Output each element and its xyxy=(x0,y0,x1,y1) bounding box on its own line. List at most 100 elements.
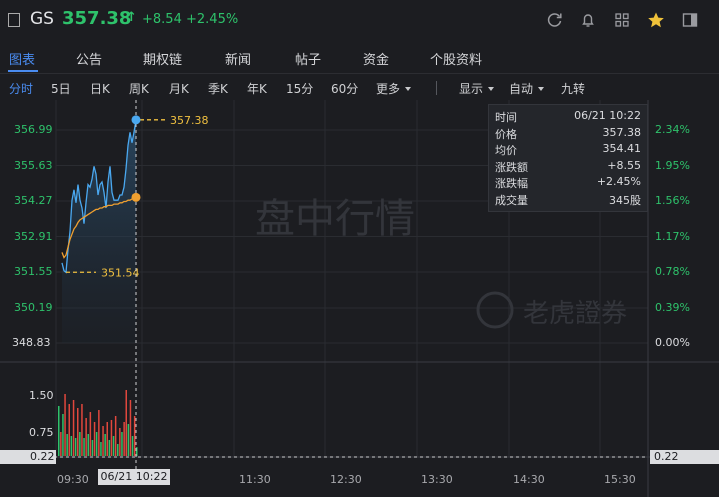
price-series: 351.54 357.38 xyxy=(61,114,209,343)
volume-bar xyxy=(119,428,121,456)
volume-bar xyxy=(87,434,89,456)
tab-announcements[interactable]: 公告 xyxy=(76,49,102,68)
x-tick-label: 11:30 xyxy=(239,473,271,486)
volume-bar xyxy=(100,442,102,456)
tab-chart[interactable]: 图表 xyxy=(9,49,35,68)
refresh-icon[interactable] xyxy=(545,10,565,30)
info-row-volume: 成交量 345股 xyxy=(495,194,641,207)
volume-bar xyxy=(77,408,79,456)
chevron-down-icon xyxy=(488,87,495,91)
volume-bar xyxy=(58,406,60,456)
auto-dropdown[interactable]: 自动 xyxy=(509,80,545,97)
star-icon[interactable] xyxy=(646,10,666,30)
more-dropdown[interactable]: 更多 xyxy=(376,80,412,97)
y-tick-label-right: 0.00% xyxy=(655,336,690,349)
tab-posts[interactable]: 帖子 xyxy=(295,49,321,68)
info-row-avg: 均价 354.41 xyxy=(495,142,641,157)
y-tick-label-right: 2.34% xyxy=(655,123,690,136)
watermark: 盘中行情老虎證券 xyxy=(255,196,627,329)
volume-bar xyxy=(110,420,113,456)
info-row-change-pct: 涨跌幅 +2.45% xyxy=(495,175,641,190)
cursor-time-badge: 06/21 10:22 xyxy=(98,469,170,485)
high-marker-label: 357.38 xyxy=(170,114,209,127)
volume-bar xyxy=(125,390,127,456)
price-dot xyxy=(131,115,141,125)
display-label: 显示 xyxy=(459,82,484,96)
volume-bar xyxy=(68,404,70,456)
y-tick-label-right: 1.17% xyxy=(655,229,690,243)
tab-news[interactable]: 新闻 xyxy=(225,49,251,68)
volume-bar xyxy=(60,432,62,456)
x-tick-label: 12:30 xyxy=(330,473,362,486)
chevron-down-icon xyxy=(538,87,545,91)
y-tick-label-right: 0.78% xyxy=(655,265,690,278)
y-tick-label-left: 348.83 xyxy=(12,336,51,349)
volume-bar xyxy=(131,436,134,456)
x-tick-label: 15:30 xyxy=(604,473,636,486)
panel-toggle-icon[interactable] xyxy=(680,10,700,30)
symbol: GS xyxy=(30,9,54,29)
period-5day[interactable]: 5日 xyxy=(51,80,71,97)
tab-funds[interactable]: 资金 xyxy=(363,49,389,68)
period-yearly-k[interactable]: 年K xyxy=(247,80,267,97)
volume-bar xyxy=(133,416,136,456)
y-tick-label-right: 1.56% xyxy=(655,194,690,207)
volume-bar xyxy=(66,434,68,456)
grid-icon[interactable] xyxy=(612,10,632,30)
period-60min[interactable]: 60分 xyxy=(331,80,358,97)
bell-icon[interactable] xyxy=(578,10,598,30)
volume-bar xyxy=(129,400,132,456)
volume-bars xyxy=(58,390,138,456)
y-tick-label-left: 355.63 xyxy=(14,158,53,172)
volume-bar xyxy=(108,440,111,456)
nine-turn-button[interactable]: 九转 xyxy=(561,80,585,97)
volume-bar xyxy=(74,438,77,456)
watermark-brand: 老虎證券 xyxy=(523,299,627,329)
volume-bar xyxy=(85,418,87,456)
y-tick-label-left: 352.91 xyxy=(14,229,53,243)
crosshair-info-panel: 时间 06/21 10:22 价格 357.38 均价 354.41 涨跌额 +8.55… xyxy=(488,104,648,212)
volume-tick-label: 1.50 xyxy=(29,389,54,402)
watermark-text: 盘中行情 xyxy=(255,196,415,242)
period-daily-k[interactable]: 日K xyxy=(90,80,110,97)
volume-bar xyxy=(104,434,106,456)
volume-tick-label: 0.75 xyxy=(29,426,54,439)
tiger-logo-icon xyxy=(476,291,514,329)
avg-dot xyxy=(131,192,141,202)
price-change-pct: +2.45% xyxy=(186,12,239,27)
low-marker-label: 351.54 xyxy=(101,266,140,279)
symbol-icon xyxy=(8,13,20,27)
y-tick-label-right: 1.95% xyxy=(655,158,690,172)
chevron-down-icon xyxy=(405,87,412,91)
volume-bar xyxy=(89,412,92,456)
y-tick-label-left: 351.55 xyxy=(14,265,53,278)
period-quarterly-k[interactable]: 季K xyxy=(208,80,228,97)
period-toolbar: 分时 5日 日K 周K 月K 季K 年K 15分 60分 更多 显示 自动 九转 xyxy=(0,76,719,100)
tab-stock-profile[interactable]: 个股资料 xyxy=(430,49,482,68)
period-monthly-k[interactable]: 月K xyxy=(169,80,189,97)
auto-label: 自动 xyxy=(509,82,534,96)
volume-bar xyxy=(95,432,98,456)
x-tick-label: 14:30 xyxy=(513,473,545,486)
period-weekly-k[interactable]: 周K xyxy=(129,80,149,97)
volume-bar xyxy=(79,432,81,456)
volume-bar xyxy=(83,438,85,456)
period-intraday[interactable]: 分时 xyxy=(9,80,33,97)
volume-bar xyxy=(123,422,125,456)
quote-header: GS 357.38 ↑ +8.54 +2.45% xyxy=(0,0,719,40)
display-dropdown[interactable]: 显示 xyxy=(459,80,495,97)
volume-bar xyxy=(93,422,96,456)
y-tick-label-left: 354.27 xyxy=(14,194,53,207)
more-label: 更多 xyxy=(376,82,401,96)
info-row-change: 涨跌额 +8.55 xyxy=(495,159,641,174)
volume-bar xyxy=(91,440,94,456)
volume-bar xyxy=(102,426,104,456)
volume-bar xyxy=(112,436,115,456)
volume-bar xyxy=(64,394,66,456)
tab-option-chain[interactable]: 期权链 xyxy=(143,49,182,68)
volume-bar xyxy=(121,432,123,456)
y-tick-label-left: 350.19 xyxy=(14,301,53,314)
info-row-price: 价格 357.38 xyxy=(495,126,641,141)
period-15min[interactable]: 15分 xyxy=(286,80,313,97)
volume-bar xyxy=(98,410,100,456)
